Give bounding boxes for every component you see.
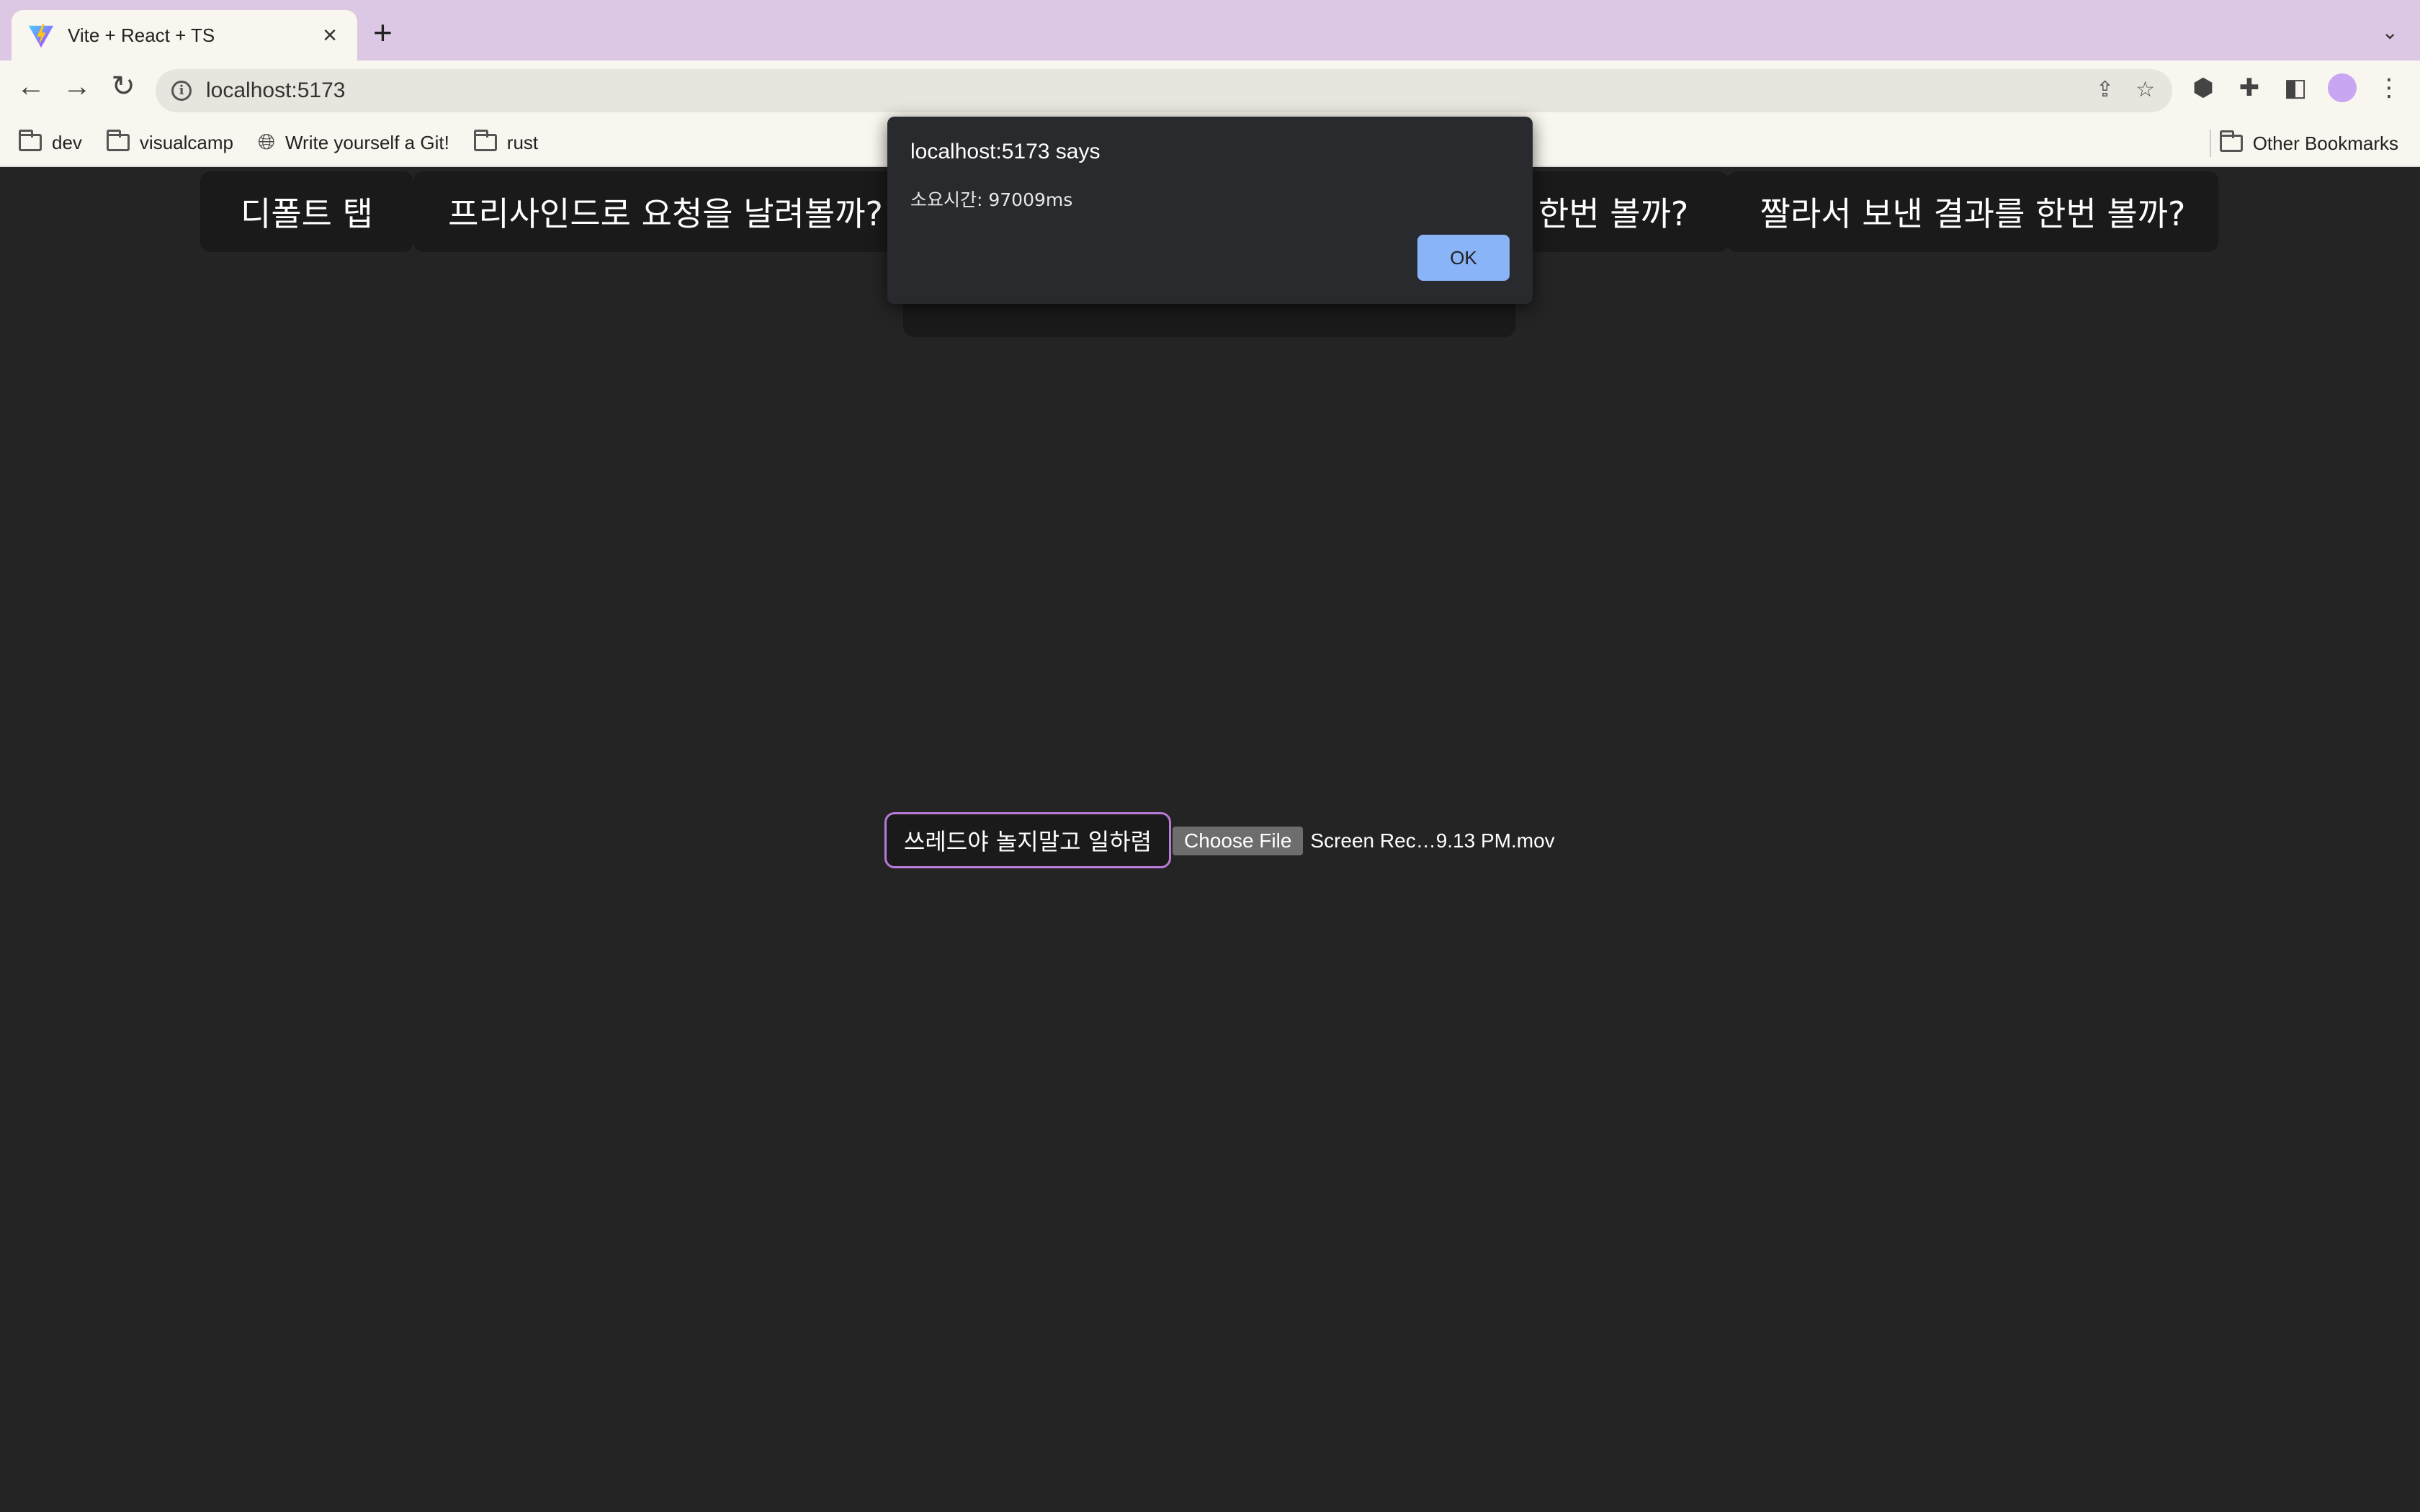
bookmark-visualcamp[interactable]: visualcamp (106, 130, 233, 154)
file-input: Choose File Screen Rec…9.13 PM.mov (1173, 827, 1555, 855)
tab-default[interactable]: 디폴트 탭 (200, 171, 413, 252)
other-bookmarks[interactable]: Other Bookmarks (2219, 120, 2398, 167)
globe-icon: 🌐︎ (257, 130, 275, 154)
folder-icon (106, 130, 130, 151)
reload-icon[interactable]: ↻ (105, 72, 141, 101)
menu-icon[interactable]: ⋮ (2375, 76, 2403, 100)
bookmark-dev[interactable]: dev (19, 130, 82, 154)
worker-button[interactable]: 쓰레드야 놀지말고 일하렴 (884, 812, 1171, 868)
dialog-message: 소요시간: 97009ms (910, 189, 1073, 210)
omnibox-actions: ⇪ ☆ (2096, 79, 2155, 101)
browser-tab[interactable]: Vite + React + TS × (12, 10, 357, 60)
vite-logo-icon (28, 24, 54, 48)
bookmarks-divider (2210, 130, 2211, 157)
site-info-icon[interactable]: i (171, 81, 192, 101)
tab-view[interactable]: 한번 볼까? (1520, 171, 1729, 252)
dialog-title: localhost:5173 says (910, 140, 1101, 163)
extension-icon[interactable]: ⬢ (2190, 76, 2217, 100)
bookmark-label: visualcamp (139, 131, 233, 153)
new-tab-button[interactable]: + (373, 16, 393, 49)
page-content: 디폴트 탭 프리사인드로 요청을 날려볼까? 한번 볼까? 짤라서 보낸 결과를… (0, 168, 2420, 1512)
extensions-area: ⬢ ✚ ◧ ⋮ (2190, 73, 2403, 102)
browser-tabstrip: Vite + React + TS × + ⌄ (0, 0, 2420, 60)
side-panel-icon[interactable]: ◧ (2282, 76, 2309, 100)
bookmark-label: rust (506, 131, 539, 153)
bookmark-star-icon[interactable]: ☆ (2136, 79, 2155, 101)
puzzle-icon[interactable]: ✚ (2236, 76, 2263, 100)
back-icon[interactable]: ← (13, 72, 49, 101)
ok-button[interactable]: OK (1417, 235, 1510, 281)
bookmark-label: dev (52, 131, 82, 153)
choose-file-button[interactable]: Choose File (1173, 827, 1304, 855)
close-tab-icon[interactable]: × (317, 23, 343, 48)
address-bar[interactable]: i localhost:5173 ⇪ ☆ (156, 69, 2172, 112)
selected-file-name: Screen Rec…9.13 PM.mov (1310, 829, 1555, 852)
browser-toolbar: ← → ↻ i localhost:5173 ⇪ ☆ ⬢ ✚ ◧ ⋮ (0, 60, 2420, 120)
bookmark-write-yourself-a-git[interactable]: 🌐︎ Write yourself a Git! (258, 132, 449, 154)
other-bookmarks-label: Other Bookmarks (2252, 132, 2398, 154)
profile-avatar[interactable] (2328, 73, 2357, 102)
folder-icon (19, 130, 42, 151)
tab-title: Vite + React + TS (68, 24, 215, 46)
bookmark-rust[interactable]: rust (473, 130, 539, 154)
chevron-down-icon[interactable]: ⌄ (2382, 20, 2398, 44)
tab-chunked-result[interactable]: 짤라서 보낸 결과를 한번 볼까? (1727, 171, 2218, 252)
bookmark-label: Write yourself a Git! (284, 131, 449, 153)
forward-icon[interactable]: → (59, 72, 95, 101)
share-icon[interactable]: ⇪ (2096, 79, 2114, 101)
url-text[interactable]: localhost:5173 (206, 78, 345, 103)
folder-icon (473, 130, 497, 151)
alert-dialog: localhost:5173 says 소요시간: 97009ms OK (887, 117, 1533, 304)
tab-presigned[interactable]: 프리사인드로 요청을 날려볼까? (413, 171, 918, 252)
folder-icon (2219, 130, 2243, 152)
